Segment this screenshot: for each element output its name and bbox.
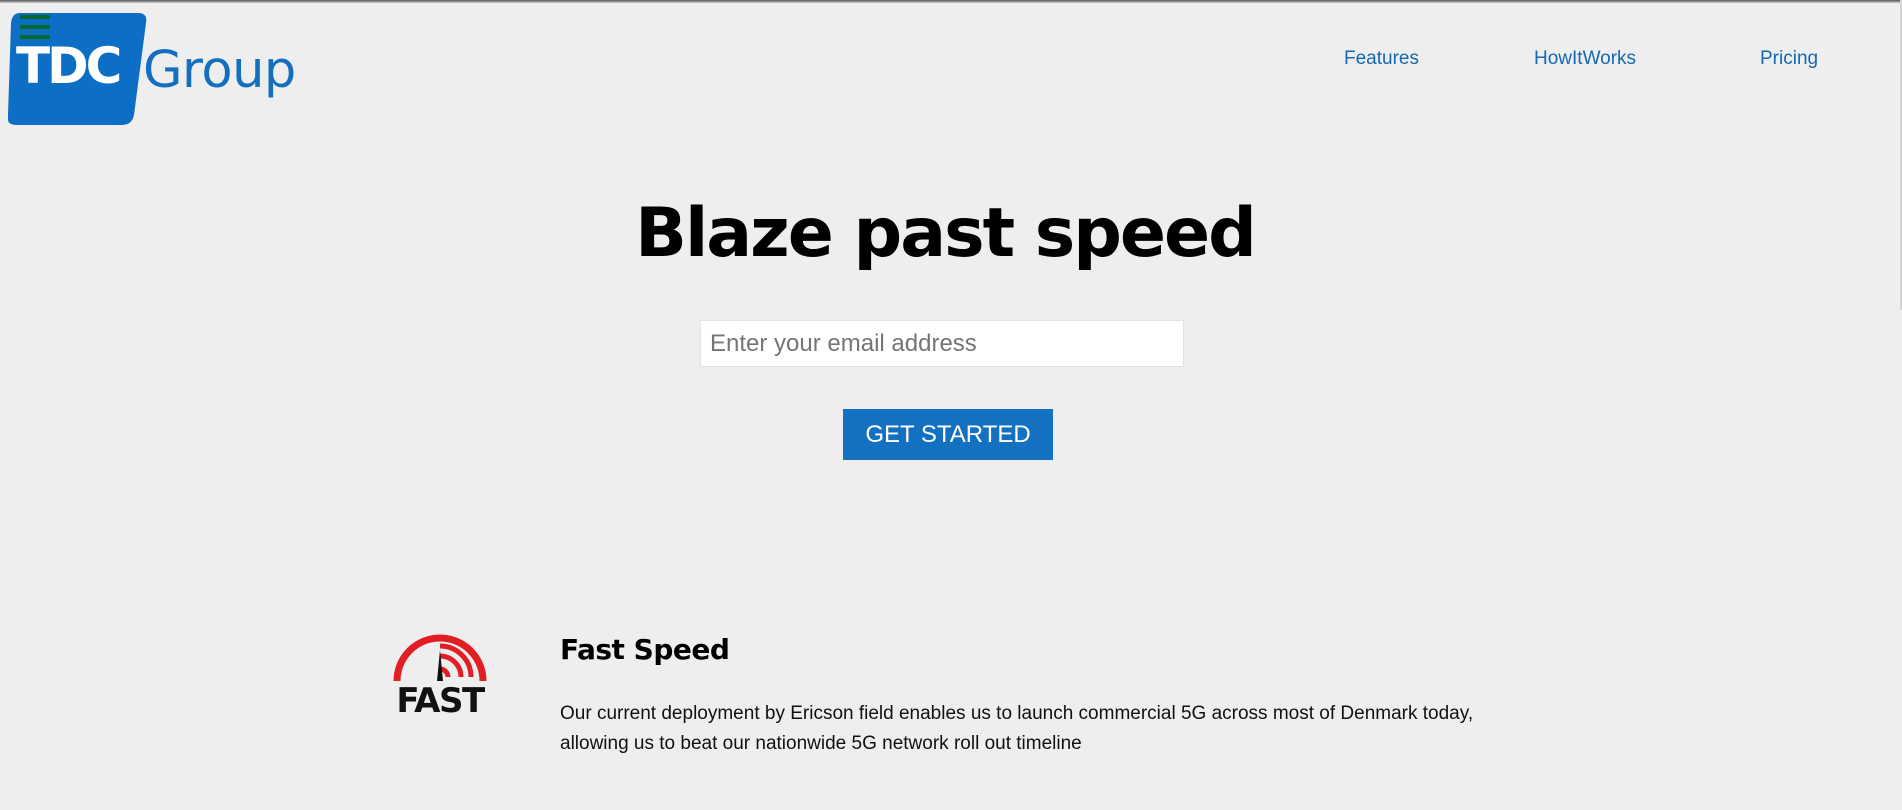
feature-title: Fast Speed [560,633,730,666]
hamburger-bar [20,15,50,19]
hamburger-icon[interactable] [16,13,58,45]
top-shadow-bar [0,0,1902,3]
feature-description: Our current deployment by Ericson field … [560,703,1474,754]
email-input[interactable] [700,320,1184,367]
get-started-button[interactable]: GET STARTED [843,409,1053,460]
fast-logo: FAST [390,625,490,725]
hamburger-bar [20,35,50,39]
hamburger-bar [20,25,50,29]
speedometer-icon [393,634,487,682]
nav-link-pricing[interactable]: Pricing [1760,48,1818,70]
nav-link-howitworks[interactable]: HowItWorks [1534,48,1636,70]
fast-logo-text: FAST [396,681,485,721]
hero-title: Blaze past speed [635,194,1257,273]
nav-link-features[interactable]: Features [1344,48,1419,70]
logo-word-text: Group [143,41,296,100]
logo-mark-text: TDC [16,37,122,95]
